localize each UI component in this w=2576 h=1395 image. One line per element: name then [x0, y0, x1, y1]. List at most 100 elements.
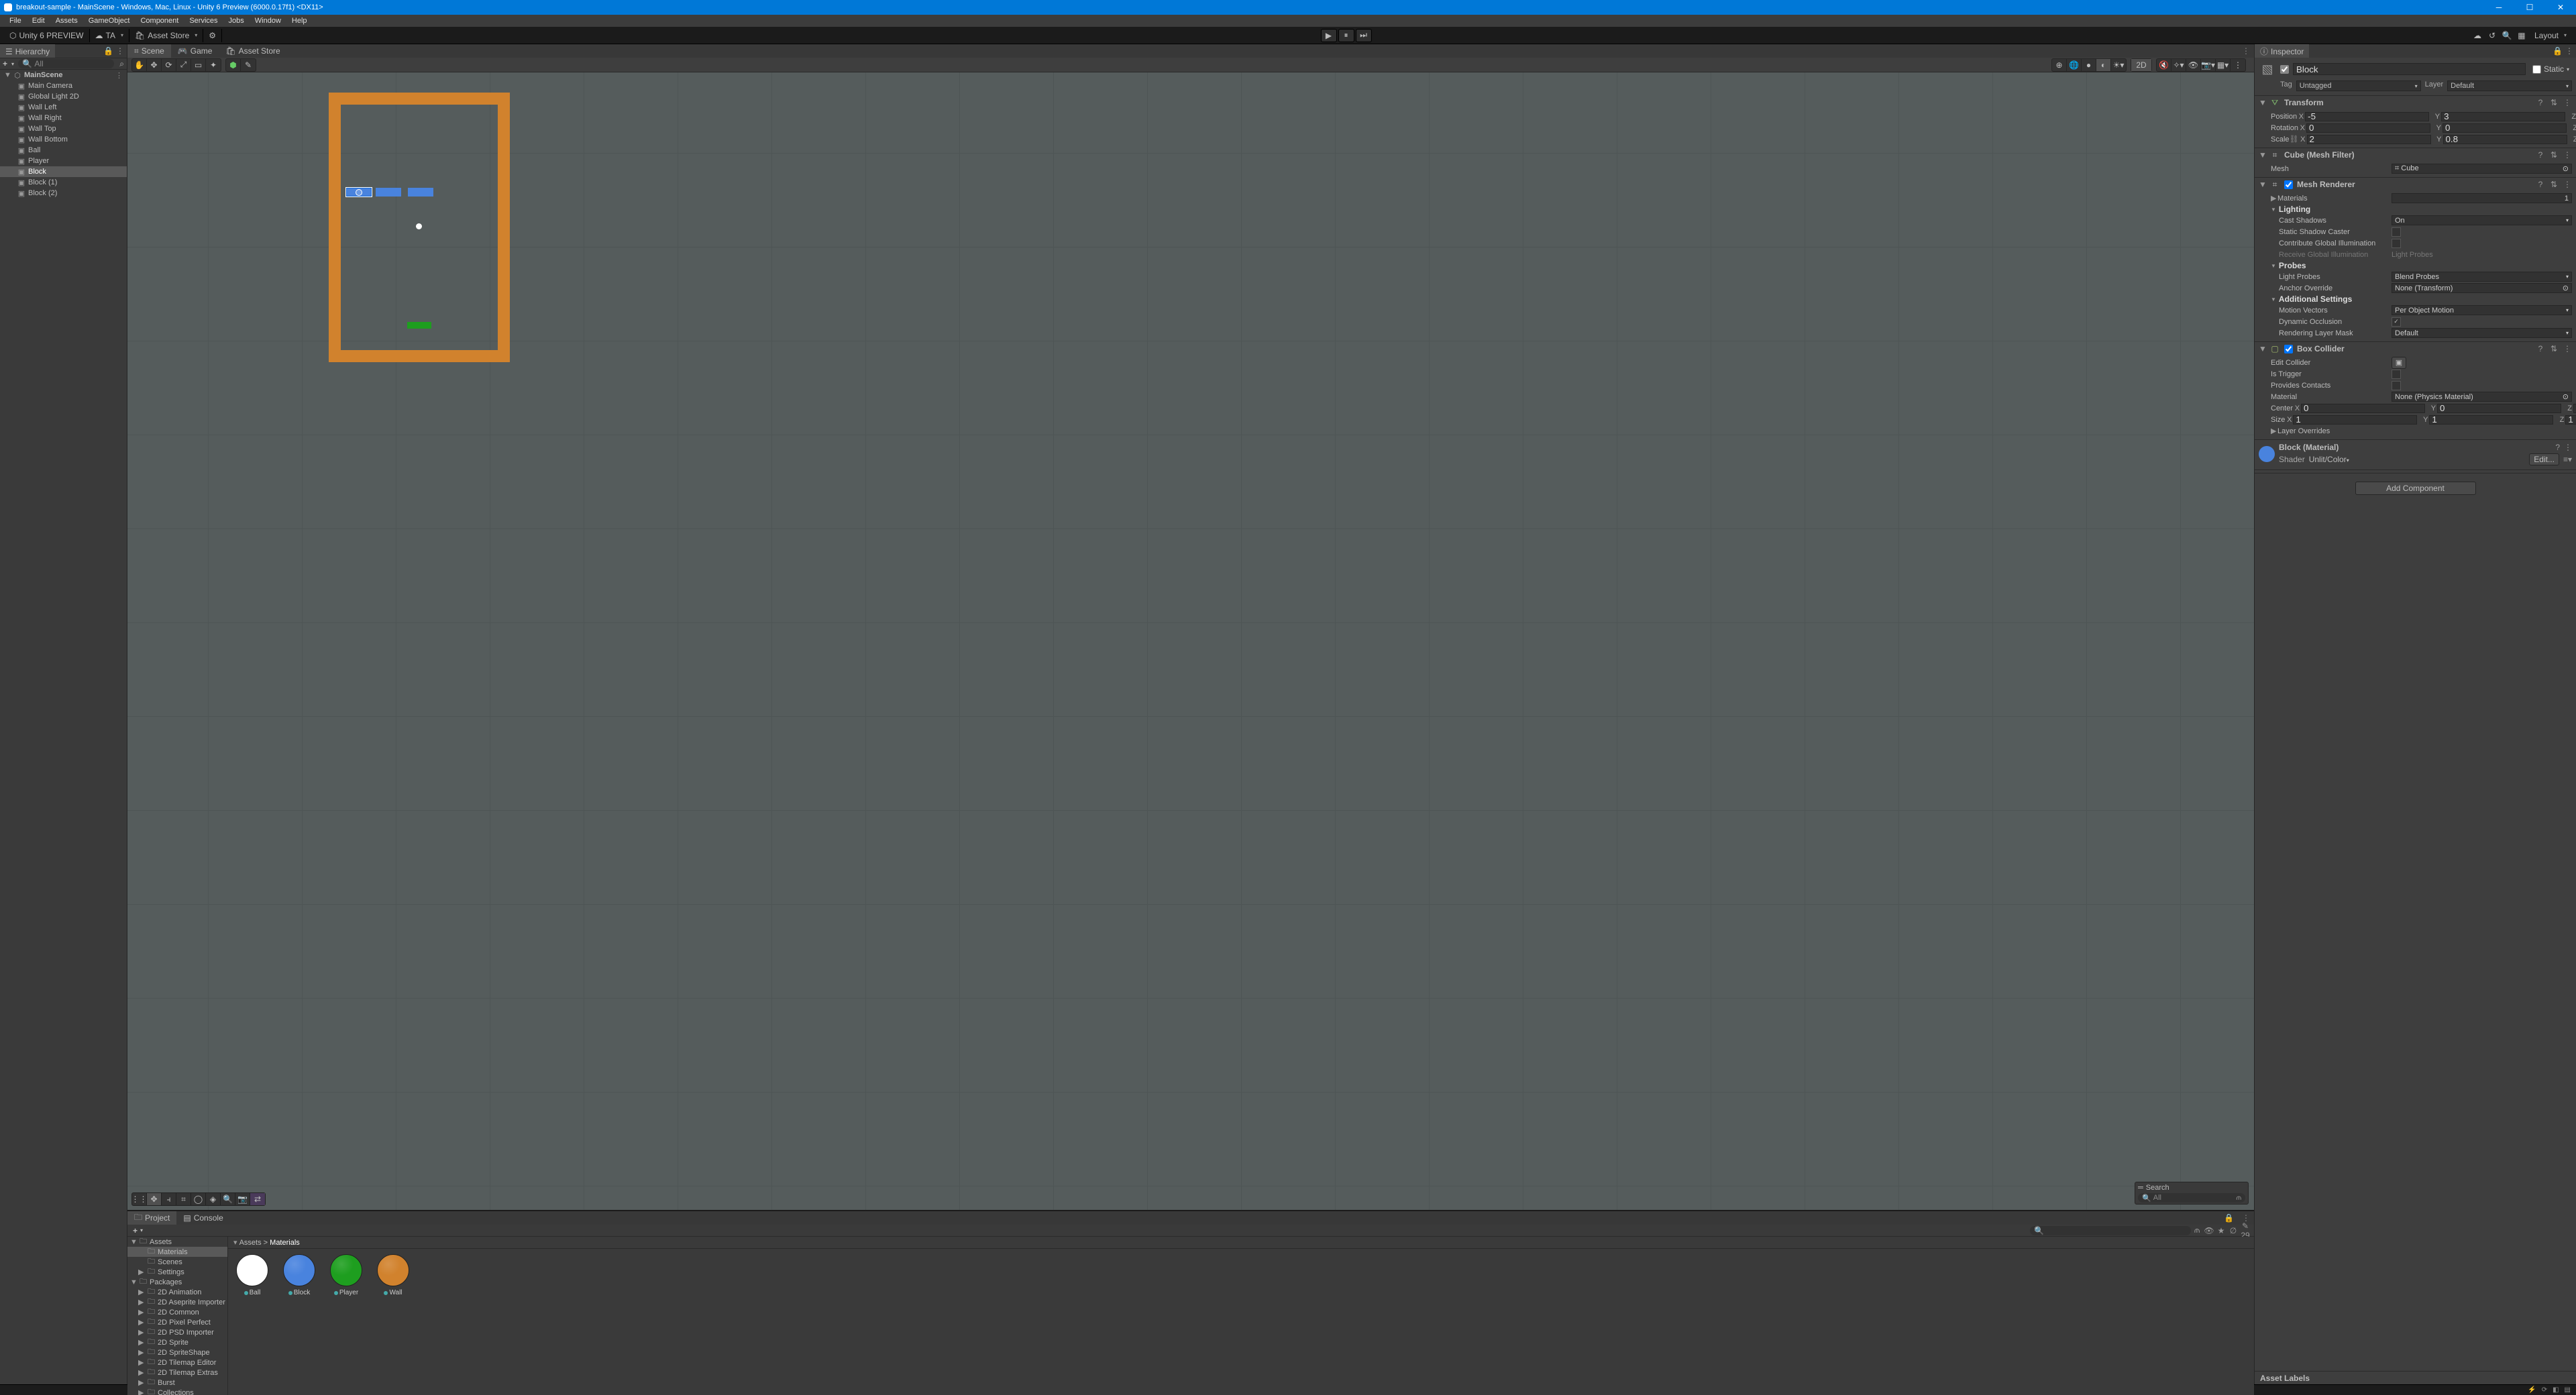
anchor-override-field[interactable]: None (Transform)⊙ — [2392, 283, 2572, 293]
overlay-camera[interactable]: 📷 — [235, 1193, 250, 1205]
project-tree-item[interactable]: ▶🗀Collections — [127, 1388, 227, 1395]
gameobject-icon[interactable]: ▧ — [2259, 60, 2276, 78]
scale-link-icon[interactable]: ⛓ — [2290, 135, 2299, 144]
menu-gameobject[interactable]: GameObject — [83, 15, 136, 27]
project-tree-item[interactable]: 🗀Materials — [127, 1247, 227, 1257]
rotate-tool[interactable]: ⟳ — [162, 59, 176, 71]
center-z[interactable] — [2573, 404, 2576, 413]
overlay-shuffle[interactable]: ⇄ — [250, 1193, 265, 1205]
size-x[interactable] — [2293, 415, 2417, 425]
lock-icon[interactable]: 🔒 — [2220, 1213, 2238, 1223]
asset-labels-header[interactable]: Asset Labels — [2255, 1371, 2576, 1384]
project-search[interactable]: 🔍 — [2030, 1226, 2191, 1235]
project-tree[interactable]: ▼🗀Assets🗀Materials🗀Scenes▶🗀Settings▼🗀Pac… — [127, 1237, 228, 1395]
lock-icon[interactable]: 🔒 — [2553, 46, 2563, 56]
chevron-down-icon[interactable]: ▾ — [10, 61, 15, 67]
hidden-icon[interactable]: ∅ — [2227, 1226, 2239, 1235]
material-thumbnail[interactable]: Ball — [233, 1254, 271, 1296]
layers-button[interactable]: ▦ — [2514, 29, 2529, 42]
collider-enabled[interactable] — [2284, 345, 2293, 353]
overlay-drag-handle[interactable]: ⋮⋮ — [132, 1193, 147, 1205]
project-tree-item[interactable]: ▶🗀2D SpriteShape — [127, 1347, 227, 1357]
tag-dropdown[interactable]: Untagged▾ — [2296, 80, 2421, 91]
hierarchy-tab[interactable]: ☰Hierarchy — [0, 44, 55, 58]
renderer-enabled[interactable] — [2284, 180, 2293, 189]
scene-view[interactable]: ⋮⋮ ✥ ⫞ ⌗ ◯ ◈ 🔍 📷 ⇄ ═Search 🔍 All⫙ — [127, 72, 2254, 1210]
wall-right[interactable] — [498, 93, 510, 362]
provides-contacts-checkbox[interactable] — [2392, 381, 2401, 390]
more-icon[interactable]: ⋮ — [2564, 443, 2572, 452]
hierarchy-item[interactable]: ▣Ball — [0, 145, 127, 156]
project-breadcrumb[interactable]: ▾ Assets > Materials — [228, 1237, 2254, 1249]
hierarchy-search[interactable]: 🔍 All — [18, 59, 114, 68]
more-icon[interactable]: ⋮ — [116, 46, 124, 56]
settings-button[interactable]: ⚙ — [203, 29, 222, 42]
material-thumbnail[interactable]: Block — [280, 1254, 318, 1296]
hand-tool[interactable]: ✋ — [132, 59, 147, 71]
contribute-gi-checkbox[interactable] — [2392, 239, 2401, 248]
hierarchy-item[interactable]: ▣Wall Left — [0, 102, 127, 113]
gizmos-toggle[interactable]: ▦▾ — [2216, 59, 2231, 71]
pivot-toggle[interactable]: ⬢ — [226, 59, 241, 71]
visibility-icon[interactable]: 👁 — [2203, 1226, 2215, 1235]
edit-shader-button[interactable]: Edit... — [2529, 453, 2559, 465]
cloud-button[interactable]: ☁ — [2470, 29, 2485, 42]
wall-top[interactable] — [329, 93, 510, 105]
hierarchy-item[interactable]: ▣Global Light 2D — [0, 91, 127, 102]
more-icon[interactable]: ⋮ — [2565, 46, 2573, 56]
chevron-down-icon[interactable]: ▾ — [140, 1227, 143, 1233]
is-trigger-checkbox[interactable] — [2392, 370, 2401, 379]
rotation-x[interactable] — [2306, 123, 2430, 133]
search-button[interactable]: 🔍 — [2500, 29, 2514, 42]
object-picker-icon[interactable]: ⊙ — [2563, 164, 2569, 173]
mesh-field[interactable]: ⌗ Cube⊙ — [2392, 164, 2572, 174]
material-thumbnail[interactable]: Wall — [374, 1254, 412, 1296]
menu-help[interactable]: Help — [286, 15, 313, 27]
light-toggle[interactable]: ☀▾ — [2111, 59, 2126, 71]
visibility-toggle[interactable]: 👁 — [2186, 59, 2201, 71]
center-y[interactable] — [2437, 404, 2561, 413]
hierarchy-tree[interactable]: ▼⬡MainScene⋮ ▣Main Camera ▣Global Light … — [0, 70, 127, 1384]
scene-ball[interactable] — [416, 223, 422, 229]
wall-left[interactable] — [329, 93, 341, 362]
overlay-grid[interactable]: ⌗ — [176, 1193, 191, 1205]
filter-icon[interactable]: ⫙ — [2236, 1194, 2241, 1203]
project-tree-item[interactable]: ▼🗀Packages — [127, 1277, 227, 1287]
overlay-orbit[interactable]: ◯ — [191, 1193, 206, 1205]
pause-button[interactable]: ⏸ — [1338, 29, 1354, 42]
scene-search-input[interactable]: 🔍 All⫙ — [2138, 1193, 2245, 1203]
inspector-tab[interactable]: ⓘInspector — [2255, 44, 2309, 58]
help-icon[interactable]: ? — [2536, 98, 2545, 107]
transform-tool[interactable]: ✦ — [206, 59, 221, 71]
cast-shadows-dropdown[interactable]: On▾ — [2392, 215, 2572, 225]
favorite-icon[interactable]: ★ — [2215, 1226, 2227, 1235]
account-dropdown[interactable]: ☁TA — [90, 29, 129, 42]
hierarchy-item[interactable]: ▣Block (2) — [0, 188, 127, 199]
gameobject-enabled-checkbox[interactable] — [2280, 65, 2289, 74]
hierarchy-add-button[interactable]: + — [0, 59, 10, 68]
project-add-button[interactable]: + — [130, 1226, 140, 1235]
scale-y[interactable] — [2443, 135, 2567, 144]
position-x[interactable] — [2305, 112, 2429, 121]
more-icon[interactable]: ⋮ — [2238, 46, 2254, 56]
rect-tool[interactable]: ▭ — [191, 59, 206, 71]
size-z[interactable] — [2565, 415, 2576, 425]
hierarchy-item[interactable]: ▣Wall Right — [0, 113, 127, 123]
scene-block[interactable] — [376, 188, 401, 197]
lock-icon[interactable]: 🔒 — [103, 46, 113, 56]
camera-toggle[interactable]: 📷▾ — [2201, 59, 2216, 71]
hierarchy-item[interactable]: ▣Block (1) — [0, 177, 127, 188]
light-probes-dropdown[interactable]: Blend Probes▾ — [2392, 272, 2572, 282]
add-component-button[interactable]: Add Component — [2355, 482, 2476, 495]
rendering-layer-dropdown[interactable]: Default▾ — [2392, 328, 2572, 338]
window-close-button[interactable]: ✕ — [2545, 0, 2576, 15]
2d-toggle[interactable]: 2D — [2131, 59, 2151, 71]
undo-history-button[interactable]: ↺ — [2485, 29, 2500, 42]
project-tree-item[interactable]: ▼🗀Assets — [127, 1237, 227, 1247]
rotation-y[interactable] — [2443, 123, 2567, 133]
dynamic-occlusion-checkbox[interactable]: ✓ — [2392, 317, 2401, 327]
status-icon[interactable]: ⟳ — [2542, 1386, 2547, 1394]
project-tree-item[interactable]: ▶🗀2D Aseprite Importer — [127, 1297, 227, 1307]
scene-picker-icon[interactable]: ⌕ — [117, 59, 127, 69]
menu-icon[interactable]: ≡▾ — [2563, 455, 2572, 464]
